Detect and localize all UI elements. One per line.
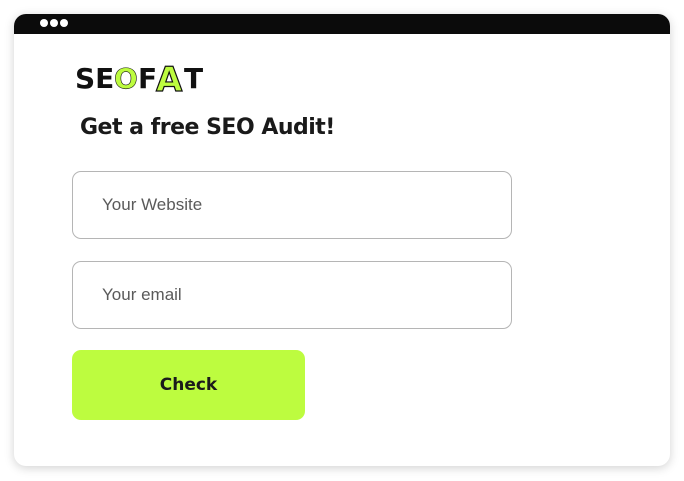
window-dot-icon [60,19,68,27]
logo-text-t: T [184,62,203,95]
seofat-logo: SE O F A T [75,59,203,96]
logo-text-o: O [114,62,138,95]
window-dot-icon [50,19,58,27]
email-input[interactable] [72,261,512,329]
window-titlebar [14,14,670,34]
logo-text-f: F [138,62,157,95]
logo-text-a: A [156,60,183,96]
browser-window: SE O F A T Get a free SEO Audit! Check [14,14,670,466]
check-button[interactable]: Check [72,350,305,420]
page-title: Get a free SEO Audit! [80,115,335,140]
website-input[interactable] [72,171,512,239]
window-dot-icon [40,19,48,27]
logo-text-se: SE [75,62,114,95]
